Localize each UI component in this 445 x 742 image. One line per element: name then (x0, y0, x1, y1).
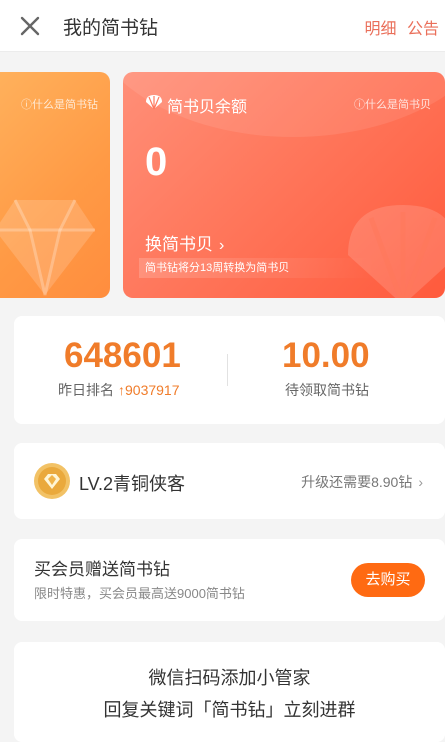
exchange-link[interactable]: 换简书贝 › (145, 230, 224, 255)
level-row[interactable]: LV.2青铜侠客 升级还需要8.90钻 › (14, 443, 445, 519)
wechat-keyword-instruction: 回复关键词「简书钻」立刻进群 (103, 700, 356, 720)
diamond-card[interactable]: ⓘ什么是简书钻 (0, 72, 110, 298)
pending-value: 10.00 (282, 336, 370, 375)
close-button[interactable] (16, 12, 44, 40)
detail-link[interactable]: 明细 (365, 21, 397, 38)
page-title: 我的简书钻 (63, 18, 159, 39)
rank-change-value: 9037917 (125, 382, 180, 398)
wechat-group-panel: 微信扫码添加小管家 回复关键词「简书钻」立刻进群 (14, 642, 445, 742)
level-name: LV.2青铜侠客 (79, 474, 186, 494)
shell-watermark-icon (348, 205, 445, 298)
rank-value: 648601 (64, 336, 181, 375)
membership-promo: 买会员赠送简书钻 限时特惠，买会员最高送9000简书钻 去购买 (14, 539, 445, 621)
close-icon[interactable] (16, 12, 44, 40)
top-bar: 我的简书钻 明细 公告 (0, 0, 445, 52)
bronze-badge-icon (34, 463, 70, 499)
rank-change: ↑9037917 (118, 382, 180, 398)
membership-subtitle: 限时特惠，买会员最高送9000简书钻 (34, 586, 245, 601)
stats-divider (227, 354, 228, 386)
buy-button[interactable]: 去购买 (351, 563, 425, 597)
question-icon: ⓘ (21, 99, 32, 111)
level-upgrade-hint[interactable]: 升级还需要8.90钻 › (301, 472, 423, 492)
header-actions: 明细 公告 (359, 15, 439, 39)
diamond-faq-link[interactable]: ⓘ什么是简书钻 (21, 96, 98, 112)
stats-panel: 648601 昨日排名 ↑9037917 10.00 待领取简书钻 (14, 316, 445, 424)
conversion-note: 简书钻将分13周转换为简书贝 (139, 258, 375, 278)
diamond-icon (0, 199, 95, 296)
membership-title: 买会员赠送简书钻 (34, 560, 170, 579)
shell-icon (146, 95, 162, 110)
balance-card: 简书贝余额 ⓘ什么是简书贝 0 换简书贝 › 简书钻将分13周转换为简书贝 (123, 72, 445, 298)
exchange-label[interactable]: 换简书贝 (145, 235, 213, 254)
announcement-link[interactable]: 公告 (407, 21, 439, 38)
pending-label: 待领取简书钻 (285, 382, 369, 398)
chevron-right-icon: › (418, 474, 423, 490)
balance-label: 简书贝余额 (167, 99, 248, 116)
rank-label: 昨日排名 (58, 382, 114, 398)
rank-info: 昨日排名 ↑9037917 (58, 380, 180, 400)
arrow-up-icon: ↑ (118, 382, 125, 398)
shell-faq-link[interactable]: ⓘ什么是简书贝 (354, 96, 431, 112)
balance-value: 0 (145, 140, 168, 184)
wechat-instruction: 微信扫码添加小管家 (148, 668, 311, 688)
chevron-right-icon: › (219, 237, 225, 254)
question-icon: ⓘ (354, 99, 365, 111)
